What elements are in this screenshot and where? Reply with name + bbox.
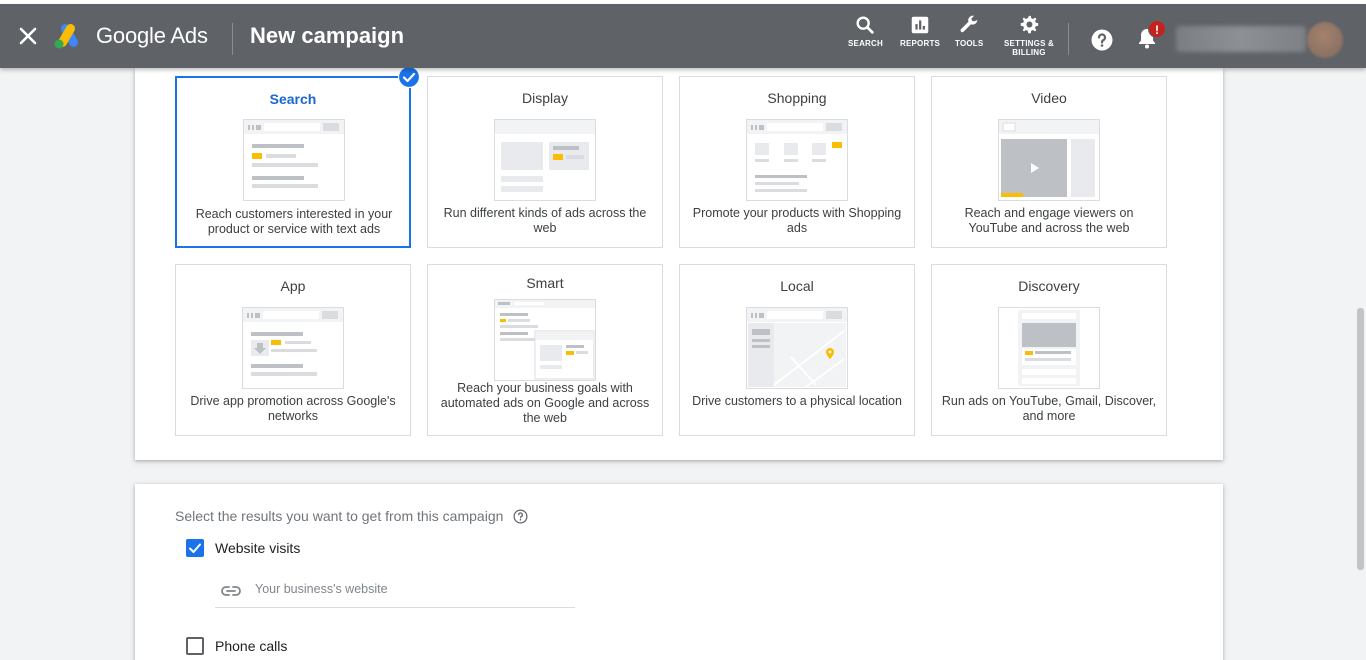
campaign-type-search[interactable]: Search Reach customers interested in you… [175, 76, 411, 248]
website-visits-label[interactable]: Website visits [215, 540, 300, 556]
checkmark-icon [189, 543, 201, 553]
title-divider [232, 23, 233, 55]
card-title: Local [780, 278, 814, 294]
campaign-type-local[interactable]: Local Drive customers to a physical loca… [679, 264, 915, 436]
account-info[interactable] [1176, 26, 1306, 52]
search-button[interactable]: SEARCH [848, 14, 883, 48]
close-icon[interactable] [16, 24, 40, 48]
campaign-type-display[interactable]: Display Run different kinds of ads acros… [427, 76, 663, 248]
selected-check-icon [398, 66, 420, 88]
card-description: Run different kinds of ads across the we… [443, 206, 647, 235]
card-title: Display [522, 90, 568, 106]
campaign-type-panel: Search Reach customers interested in you… [135, 68, 1223, 460]
gear-icon [1020, 15, 1039, 34]
website-url-input[interactable] [255, 582, 565, 596]
card-description: Reach your business goals with automated… [440, 381, 650, 425]
brand-name: Google Ads [96, 23, 208, 48]
website-url-field[interactable] [215, 576, 575, 608]
card-title: Search [269, 91, 317, 107]
card-title: Discovery [1018, 278, 1080, 294]
campaign-type-video[interactable]: Video Reach and engage viewers on YouTub… [931, 76, 1167, 248]
page-title: New campaign [250, 23, 405, 48]
tools-label: TOOLS [955, 39, 984, 48]
google-ads-logo [54, 24, 78, 49]
campaign-type-smart[interactable]: Smart Reach your business goals with aut… [427, 264, 663, 436]
card-title: Smart [526, 275, 564, 291]
wrench-icon [960, 15, 978, 33]
discovery-ad-illustration [998, 307, 1100, 389]
card-description: Reach customers interested in your produ… [195, 207, 393, 236]
display-ad-illustration [494, 119, 596, 201]
smart-ad-illustration [494, 299, 596, 381]
help-icon[interactable] [1090, 28, 1114, 52]
video-ad-illustration [998, 119, 1100, 201]
settings-label-line1: SETTINGS & [1004, 39, 1055, 48]
local-ad-illustration [746, 307, 848, 389]
card-title: App [280, 278, 306, 294]
campaign-goals-panel: Select the results you want to get from … [135, 484, 1223, 660]
card-description: Drive app promotion across Google's netw… [190, 394, 396, 423]
search-icon [856, 16, 875, 34]
phone-calls-checkbox[interactable] [186, 637, 204, 655]
card-description: Drive customers to a physical location [692, 394, 902, 408]
campaign-type-discovery[interactable]: Discovery Run ads on YouTube, Gmail, Dis… [931, 264, 1167, 436]
card-title: Shopping [767, 90, 827, 106]
notification-badge: ! [1148, 20, 1166, 38]
avatar[interactable] [1307, 22, 1343, 58]
search-label: SEARCH [848, 39, 883, 48]
reports-icon [911, 16, 929, 34]
app-ad-illustration [242, 307, 344, 389]
settings-label-line2: BILLING [1012, 48, 1046, 57]
card-description: Promote your products with Shopping ads [692, 206, 902, 235]
results-prompt: Select the results you want to get from … [175, 508, 504, 524]
top-app-bar: Google Ads New campaign SEARCH REPORTS T… [0, 4, 1366, 68]
page-scrollbar[interactable] [1357, 308, 1364, 570]
search-ad-illustration [243, 119, 345, 201]
shopping-ad-illustration [746, 119, 848, 201]
settings-billing-button[interactable]: SETTINGS & BILLING [1004, 14, 1054, 57]
campaign-type-app[interactable]: App Drive app promotion across Google's … [175, 264, 411, 436]
card-description: Reach and engage viewers on YouTube and … [964, 206, 1134, 235]
reports-label: REPORTS [900, 39, 941, 48]
card-title: Video [1031, 90, 1067, 106]
phone-calls-label[interactable]: Phone calls [215, 638, 287, 654]
card-description: Run ads on YouTube, Gmail, Discover, and… [941, 394, 1157, 423]
reports-button[interactable]: REPORTS [900, 14, 940, 48]
help-icon[interactable] [513, 509, 528, 524]
website-visits-checkbox[interactable] [186, 539, 204, 557]
tools-divider [1068, 23, 1069, 55]
tools-button[interactable]: TOOLS [955, 14, 983, 48]
campaign-type-shopping[interactable]: Shopping Promote your products with Shop… [679, 76, 915, 248]
link-icon [221, 586, 241, 596]
